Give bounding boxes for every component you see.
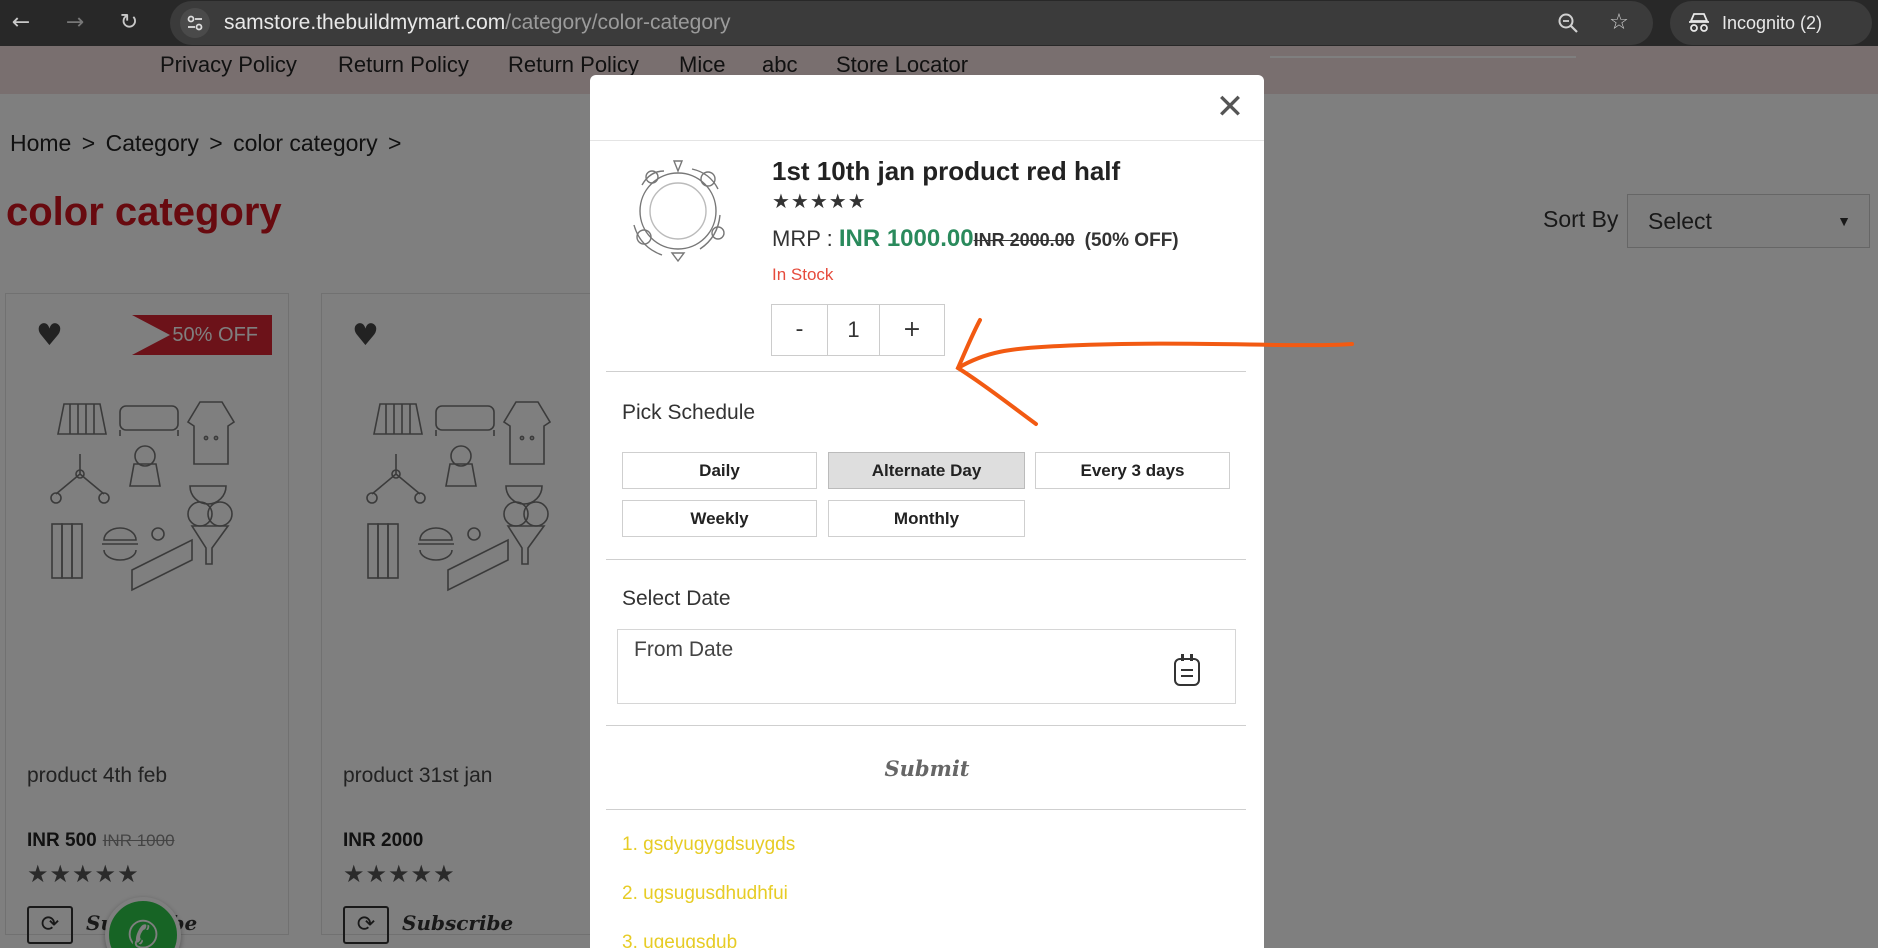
divider — [606, 809, 1246, 810]
note-item: 2. ugsugusdhudhfui — [622, 883, 788, 904]
modal-current-price: INR 1000.00 — [838, 225, 974, 252]
divider — [606, 725, 1246, 726]
note-item: 1. gsdyugygdsuygds — [622, 834, 796, 855]
reload-icon[interactable]: ↻ — [114, 8, 144, 38]
url-domain: samstore.thebuildmymart.com — [224, 11, 506, 34]
zoom-icon[interactable] — [1556, 11, 1580, 35]
mrp-label: MRP : — [772, 226, 839, 251]
schedule-option-alternate-day[interactable]: Alternate Day — [828, 452, 1025, 489]
quantity-decrease-button[interactable]: - — [772, 305, 828, 355]
subscription-modal: ✕ 1st 10th jan product red half ★★★★★ MR… — [590, 75, 1264, 948]
browser-toolbar: ← → ↻ samstore.thebuildmymart.com/catego… — [0, 0, 1878, 46]
forward-arrow-icon[interactable]: → — [60, 8, 90, 38]
address-bar[interactable]: samstore.thebuildmymart.com/category/col… — [170, 1, 1653, 45]
url-text: samstore.thebuildmymart.com/category/col… — [224, 1, 731, 45]
stock-status: In Stock — [772, 265, 834, 284]
submit-button[interactable]: Submit — [590, 756, 1264, 781]
modal-header: ✕ — [590, 75, 1264, 141]
quantity-stepper: - 1 + — [771, 304, 945, 356]
modal-price-line: MRP : INR 1000.00INR 2000.00 (50% OFF) — [772, 225, 1179, 253]
pick-schedule-title: Pick Schedule — [622, 401, 756, 424]
bookmark-star-icon[interactable]: ☆ — [1607, 11, 1631, 35]
note-item: 3. ugeugsdub — [622, 932, 738, 948]
incognito-label: Incognito (2) — [1722, 13, 1823, 33]
calendar-icon[interactable] — [1174, 654, 1200, 686]
incognito-indicator[interactable]: Incognito (2) — [1670, 1, 1872, 45]
modal-product-title: 1st 10th jan product red half — [772, 156, 1121, 186]
url-path: /category/color-category — [505, 11, 731, 34]
from-date-placeholder: From Date — [634, 638, 734, 661]
product-thumbnail — [633, 160, 725, 263]
schedule-option-daily[interactable]: Daily — [622, 452, 817, 489]
from-date-input[interactable]: From Date — [617, 629, 1236, 704]
schedule-option-every-3-days[interactable]: Every 3 days — [1035, 452, 1230, 489]
select-date-title: Select Date — [622, 587, 731, 610]
quantity-value[interactable]: 1 — [828, 305, 880, 355]
site-settings-icon[interactable] — [180, 8, 210, 38]
modal-rating-stars: ★★★★★ — [772, 189, 867, 213]
schedule-option-monthly[interactable]: Monthly — [828, 500, 1025, 537]
close-icon[interactable]: ✕ — [1212, 89, 1248, 125]
divider — [606, 559, 1246, 560]
divider — [606, 371, 1246, 372]
quantity-increase-button[interactable]: + — [880, 305, 944, 355]
back-arrow-icon[interactable]: ← — [6, 8, 36, 38]
schedule-option-weekly[interactable]: Weekly — [622, 500, 817, 537]
modal-discount: (50% OFF) — [1084, 230, 1179, 251]
modal-old-price: INR 2000.00 — [973, 230, 1075, 250]
